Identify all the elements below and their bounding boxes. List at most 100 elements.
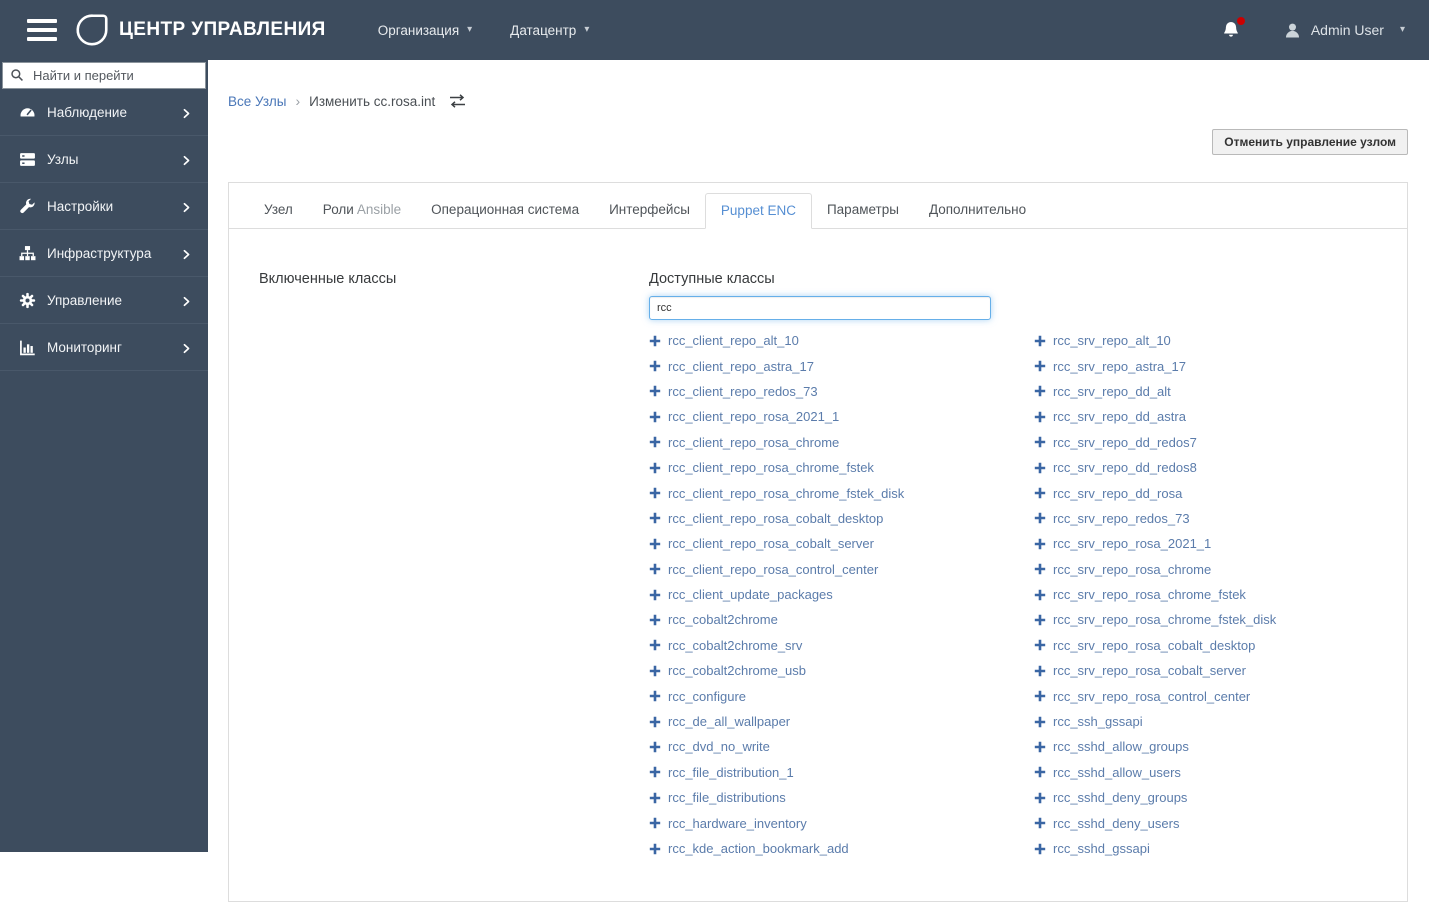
class-name-link[interactable]: rcc_srv_repo_dd_astra — [1053, 409, 1186, 424]
class-name-link[interactable]: rcc_de_all_wallpaper — [668, 714, 790, 729]
add-class-icon[interactable] — [1034, 512, 1046, 524]
add-class-icon[interactable] — [1034, 436, 1046, 448]
add-class-icon[interactable] — [649, 335, 661, 347]
class-name-link[interactable]: rcc_file_distributions — [668, 790, 786, 805]
class-name-link[interactable]: rcc_sshd_allow_groups — [1053, 739, 1189, 754]
tab-interfaces[interactable]: Интерфейсы — [594, 193, 705, 229]
add-class-icon[interactable] — [1034, 385, 1046, 397]
class-name-link[interactable]: rcc_srv_repo_dd_alt — [1053, 384, 1171, 399]
class-name-link[interactable]: rcc_srv_repo_rosa_cobalt_desktop — [1053, 638, 1255, 653]
class-name-link[interactable]: rcc_client_repo_rosa_chrome — [668, 435, 839, 450]
class-name-link[interactable]: rcc_file_distribution_1 — [668, 765, 794, 780]
add-class-icon[interactable] — [649, 843, 661, 855]
add-class-icon[interactable] — [649, 411, 661, 423]
add-class-icon[interactable] — [649, 792, 661, 804]
add-class-icon[interactable] — [649, 385, 661, 397]
sidebar-item-configure[interactable]: Настройки — [0, 183, 208, 230]
class-name-link[interactable]: rcc_srv_repo_alt_10 — [1053, 333, 1171, 348]
vertical-nav-search-input[interactable] — [2, 62, 206, 89]
class-filter-input[interactable] — [649, 296, 991, 320]
add-class-icon[interactable] — [649, 360, 661, 372]
class-name-link[interactable]: rcc_client_repo_astra_17 — [668, 359, 814, 374]
add-class-icon[interactable] — [1034, 538, 1046, 550]
add-class-icon[interactable] — [1034, 766, 1046, 778]
class-name-link[interactable]: rcc_cobalt2chrome_srv — [668, 638, 802, 653]
class-name-link[interactable]: rcc_client_repo_rosa_cobalt_server — [668, 536, 874, 551]
class-name-link[interactable]: rcc_cobalt2chrome_usb — [668, 663, 806, 678]
class-name-link[interactable]: rcc_configure — [668, 689, 746, 704]
class-name-link[interactable]: rcc_client_repo_rosa_chrome_fstek_disk — [668, 486, 904, 501]
add-class-icon[interactable] — [1034, 639, 1046, 651]
class-name-link[interactable]: rcc_client_repo_redos_73 — [668, 384, 818, 399]
sidebar-item-infrastructure[interactable]: Инфраструктура — [0, 230, 208, 277]
class-name-link[interactable]: rcc_sshd_allow_users — [1053, 765, 1181, 780]
organization-menu[interactable]: Организация ▾ — [364, 15, 486, 46]
class-name-link[interactable]: rcc_srv_repo_rosa_control_center — [1053, 689, 1250, 704]
add-class-icon[interactable] — [1034, 335, 1046, 347]
breadcrumb-all-hosts-link[interactable]: Все Узлы — [228, 94, 286, 109]
class-name-link[interactable]: rcc_hardware_inventory — [668, 816, 807, 831]
class-name-link[interactable]: rcc_srv_repo_dd_redos7 — [1053, 435, 1197, 450]
class-name-link[interactable]: rcc_srv_repo_rosa_chrome_fstek — [1053, 587, 1246, 602]
class-name-link[interactable]: rcc_client_repo_rosa_control_center — [668, 562, 878, 577]
class-name-link[interactable]: rcc_sshd_gssapi — [1053, 841, 1150, 856]
sidebar-item-hosts[interactable]: Узлы — [0, 136, 208, 183]
add-class-icon[interactable] — [649, 563, 661, 575]
class-name-link[interactable]: rcc_srv_repo_dd_redos8 — [1053, 460, 1197, 475]
switch-host-icon[interactable] — [448, 94, 467, 108]
add-class-icon[interactable] — [649, 614, 661, 626]
add-class-icon[interactable] — [649, 462, 661, 474]
add-class-icon[interactable] — [649, 690, 661, 702]
class-name-link[interactable]: rcc_client_update_packages — [668, 587, 833, 602]
class-name-link[interactable]: rcc_cobalt2chrome — [668, 612, 778, 627]
add-class-icon[interactable] — [1034, 690, 1046, 702]
class-name-link[interactable]: rcc_srv_repo_rosa_chrome — [1053, 562, 1211, 577]
class-name-link[interactable]: rcc_srv_repo_rosa_chrome_fstek_disk — [1053, 612, 1276, 627]
class-name-link[interactable]: rcc_dvd_no_write — [668, 739, 770, 754]
class-name-link[interactable]: rcc_sshd_deny_users — [1053, 816, 1179, 831]
cancel-host-management-button[interactable]: Отменить управление узлом — [1212, 129, 1408, 155]
add-class-icon[interactable] — [649, 487, 661, 499]
add-class-icon[interactable] — [649, 436, 661, 448]
class-name-link[interactable]: rcc_client_repo_rosa_chrome_fstek — [668, 460, 874, 475]
sidebar-item-administer[interactable]: Управление — [0, 277, 208, 324]
tab-host[interactable]: Узел — [249, 193, 308, 229]
menu-toggle-icon[interactable] — [27, 19, 57, 41]
class-name-link[interactable]: rcc_kde_action_bookmark_add — [668, 841, 849, 856]
add-class-icon[interactable] — [1034, 741, 1046, 753]
class-name-link[interactable]: rcc_ssh_gssapi — [1053, 714, 1143, 729]
class-name-link[interactable]: rcc_client_repo_rosa_2021_1 — [668, 409, 839, 424]
class-name-link[interactable]: rcc_sshd_deny_groups — [1053, 790, 1187, 805]
class-name-link[interactable]: rcc_srv_repo_rosa_2021_1 — [1053, 536, 1211, 551]
class-name-link[interactable]: rcc_srv_repo_rosa_cobalt_server — [1053, 663, 1246, 678]
add-class-icon[interactable] — [1034, 411, 1046, 423]
add-class-icon[interactable] — [649, 538, 661, 550]
add-class-icon[interactable] — [1034, 817, 1046, 829]
class-name-link[interactable]: rcc_srv_repo_redos_73 — [1053, 511, 1190, 526]
class-name-link[interactable]: rcc_srv_repo_dd_rosa — [1053, 486, 1182, 501]
add-class-icon[interactable] — [649, 766, 661, 778]
add-class-icon[interactable] — [1034, 563, 1046, 575]
class-name-link[interactable]: rcc_srv_repo_astra_17 — [1053, 359, 1186, 374]
add-class-icon[interactable] — [1034, 589, 1046, 601]
add-class-icon[interactable] — [649, 716, 661, 728]
sidebar-item-monitor[interactable]: Наблюдение — [0, 89, 208, 136]
add-class-icon[interactable] — [1034, 487, 1046, 499]
tab-parameters[interactable]: Параметры — [812, 193, 914, 229]
add-class-icon[interactable] — [1034, 716, 1046, 728]
add-class-icon[interactable] — [1034, 462, 1046, 474]
user-menu[interactable]: Admin User ▾ — [1283, 21, 1405, 40]
add-class-icon[interactable] — [649, 665, 661, 677]
tab-puppet-enc[interactable]: Puppet ENC — [704, 193, 812, 229]
class-name-link[interactable]: rcc_client_repo_rosa_cobalt_desktop — [668, 511, 883, 526]
add-class-icon[interactable] — [1034, 665, 1046, 677]
add-class-icon[interactable] — [1034, 792, 1046, 804]
add-class-icon[interactable] — [649, 817, 661, 829]
add-class-icon[interactable] — [649, 512, 661, 524]
tab-operating-system[interactable]: Операционная система — [416, 193, 594, 229]
notifications-button[interactable] — [1221, 17, 1245, 40]
add-class-icon[interactable] — [649, 741, 661, 753]
add-class-icon[interactable] — [1034, 843, 1046, 855]
sidebar-item-monitoring[interactable]: Мониторинг — [0, 324, 208, 371]
class-name-link[interactable]: rcc_client_repo_alt_10 — [668, 333, 799, 348]
